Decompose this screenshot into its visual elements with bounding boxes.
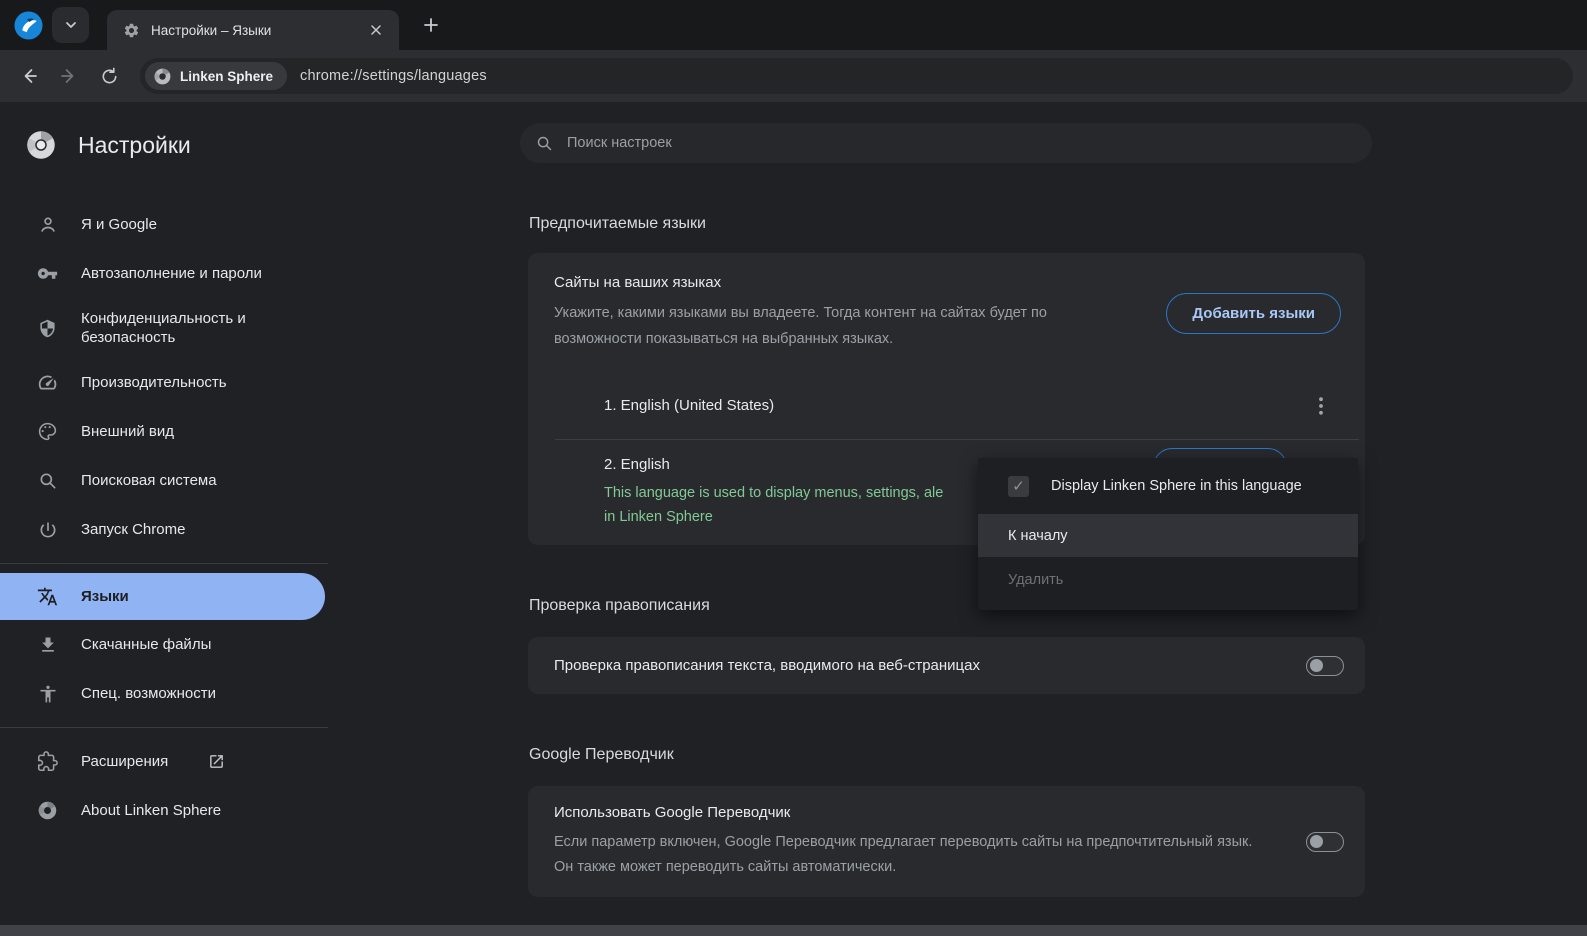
forward-button[interactable] [52, 59, 86, 93]
sidebar-item-you-and-google[interactable]: Я и Google [0, 200, 325, 249]
sidebar-item-label: Запуск Chrome [81, 520, 185, 539]
settings-search[interactable] [520, 123, 1372, 163]
sidebar-item-label: Расширения [81, 752, 168, 771]
back-button[interactable] [12, 59, 46, 93]
browser-window: Настройки – Языки [0, 0, 1587, 936]
menu-item-label: Удалить [1008, 572, 1063, 588]
sidebar-item-extensions[interactable]: Расширения [0, 737, 325, 786]
address-bar[interactable]: Linken Sphere chrome://settings/language… [140, 58, 1573, 94]
sidebar-item-downloads[interactable]: Скачанные файлы [0, 620, 325, 669]
tab-close-button[interactable] [365, 19, 387, 41]
more-actions-button[interactable] [1307, 392, 1335, 420]
sidebar-item-label: Конфиденциальность и безопасность [81, 309, 289, 347]
plus-icon [423, 17, 439, 33]
search-icon [37, 470, 58, 491]
toolbar: Linken Sphere chrome://settings/language… [0, 50, 1587, 102]
sidebar-item-label: Внешний вид [81, 422, 174, 441]
add-languages-button[interactable]: Добавить языки [1166, 293, 1341, 334]
menu-item-remove-disabled: Удалить [978, 557, 1358, 603]
sidebar-item-label: Производительность [81, 373, 227, 392]
download-icon [37, 634, 58, 655]
key-icon [37, 263, 58, 284]
new-tab-button[interactable] [415, 9, 447, 41]
languages-card-header: Сайты на ваших языках Укажите, какими яз… [528, 253, 1365, 362]
section-title-preferred-languages: Предпочитаемые языки [529, 215, 1587, 233]
menu-item-label: К началу [1008, 528, 1068, 544]
sidebar-header: Настройки [0, 122, 330, 168]
language-row-english-us[interactable]: 1. English (United States) [555, 372, 1359, 439]
gear-icon [123, 22, 140, 39]
reload-button[interactable] [92, 59, 126, 93]
url-text: chrome://settings/languages [300, 68, 487, 84]
settings-logo-icon [26, 130, 56, 160]
toggle-knob [1310, 659, 1323, 672]
chevron-down-icon [64, 18, 78, 32]
sidebar-item-languages[interactable]: Языки [0, 573, 325, 620]
translate-icon [37, 586, 58, 607]
sidebar-item-appearance[interactable]: Внешний вид [0, 407, 325, 456]
sidebar-item-about[interactable]: About Linken Sphere [0, 786, 325, 835]
google-translate-card: Использовать Google Переводчик Если пара… [528, 786, 1365, 897]
language-context-menu: ✓ Display Linken Sphere in this language… [978, 458, 1358, 610]
settings-content: Предпочитаемые языки Сайты на ваших язык… [330, 102, 1587, 925]
languages-card-title: Сайты на ваших языках [554, 274, 1136, 291]
browser-logo-icon [153, 67, 172, 86]
languages-card-description: Укажите, какими языками вы владеете. Тог… [554, 300, 1099, 352]
spellcheck-toggle-label: Проверка правописания текста, вводимого … [554, 657, 1306, 674]
toggle-knob [1310, 835, 1323, 848]
sidebar-item-privacy[interactable]: Конфиденциальность и безопасность [0, 298, 325, 358]
tab-settings-languages[interactable]: Настройки – Языки [107, 10, 399, 50]
kebab-menu-icon [1319, 397, 1323, 415]
tab-strip: Настройки – Языки [0, 0, 1587, 50]
tab-title: Настройки – Языки [151, 23, 365, 38]
menu-item-label: Display Linken Sphere in this language [1051, 478, 1302, 494]
menu-item-move-to-top[interactable]: К началу [978, 514, 1358, 557]
sidebar-item-label: About Linken Sphere [81, 801, 221, 820]
language-label: 1. English (United States) [604, 397, 774, 414]
site-badge[interactable]: Linken Sphere [145, 62, 287, 90]
accessibility-icon [37, 683, 58, 704]
spellcheck-toggle[interactable] [1306, 656, 1344, 676]
sidebar-item-label: Скачанные файлы [81, 635, 211, 654]
palette-icon [37, 421, 58, 442]
linken-sphere-logo-icon [14, 11, 43, 40]
power-icon [37, 519, 58, 540]
sidebar-item-accessibility[interactable]: Спец. возможности [0, 669, 325, 718]
google-translate-toggle[interactable] [1306, 832, 1344, 852]
window-bottom-edge [0, 925, 1587, 936]
browser-logo-icon [37, 800, 58, 821]
spellcheck-card: Проверка правописания текста, вводимого … [528, 637, 1365, 694]
speedometer-icon [37, 372, 58, 393]
shield-icon [37, 318, 58, 339]
sidebar-item-search-engine[interactable]: Поисковая система [0, 456, 325, 505]
sidebar-item-label: Я и Google [81, 215, 157, 234]
sidebar-item-label: Языки [81, 587, 129, 606]
reload-icon [100, 67, 119, 86]
site-badge-label: Linken Sphere [180, 69, 273, 84]
close-icon [370, 24, 382, 36]
page-title: Настройки [78, 132, 191, 159]
checked-checkbox-icon[interactable]: ✓ [1008, 476, 1029, 497]
sidebar-divider [0, 563, 328, 564]
sidebar-item-label: Поисковая система [81, 471, 217, 490]
external-link-icon [208, 753, 225, 770]
forward-arrow-icon [59, 66, 79, 86]
translate-card-title: Использовать Google Переводчик [554, 804, 1270, 821]
translate-card-description: Если параметр включен, Google Переводчик… [554, 830, 1270, 879]
sidebar-item-label: Автозаполнение и пароли [81, 264, 262, 283]
sidebar-item-performance[interactable]: Производительность [0, 358, 325, 407]
menu-item-display-language[interactable]: ✓ Display Linken Sphere in this language [978, 458, 1358, 514]
sidebar-divider [0, 727, 328, 728]
tab-search-button[interactable] [52, 7, 89, 43]
back-arrow-icon [19, 66, 39, 86]
search-input[interactable] [565, 134, 1356, 152]
settings-sidebar: Настройки Я и Google Автозаполнение и па… [0, 102, 330, 925]
section-title-google-translate: Google Переводчик [529, 746, 1587, 764]
sidebar-item-autofill[interactable]: Автозаполнение и пароли [0, 249, 325, 298]
puzzle-icon [37, 751, 58, 772]
search-icon [536, 135, 553, 152]
sidebar-item-label: Спец. возможности [81, 684, 216, 703]
sidebar-item-startup[interactable]: Запуск Chrome [0, 505, 325, 554]
person-icon [37, 214, 58, 235]
